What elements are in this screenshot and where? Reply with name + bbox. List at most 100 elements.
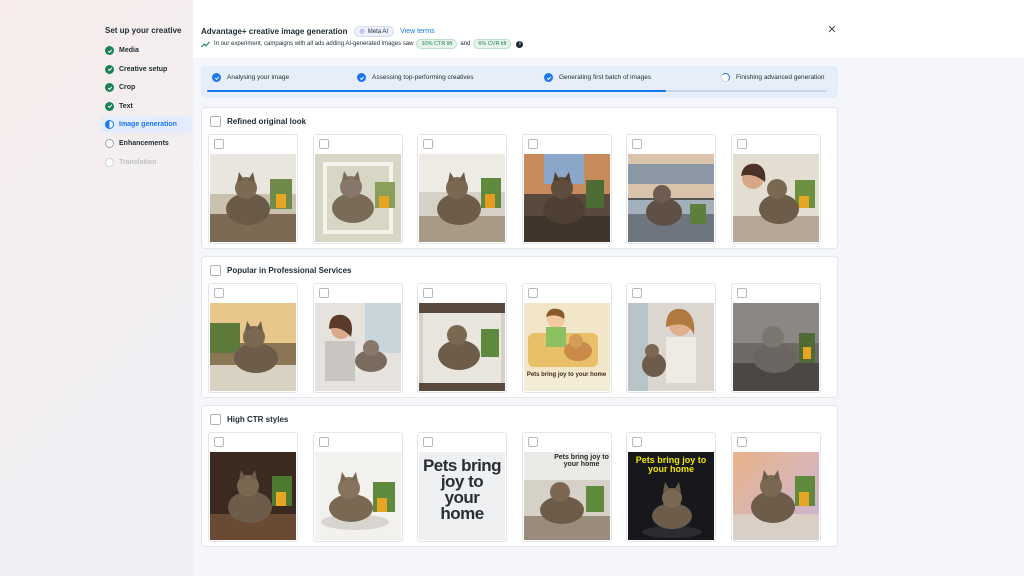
overlay-caption: Pets bring joy to your home xyxy=(554,454,609,468)
image-option[interactable] xyxy=(730,283,821,393)
image-option[interactable] xyxy=(312,134,403,244)
overlay-headline: Pets bring joy to your home xyxy=(422,456,502,524)
step-creative-setup[interactable]: Creative setup xyxy=(100,61,192,78)
step-image-generation[interactable]: Image generation xyxy=(100,116,192,134)
section-header: Popular in Professional Services xyxy=(210,265,352,276)
trend-up-icon xyxy=(201,40,210,47)
progress-step-analysing: Analysing your image xyxy=(212,73,289,82)
image-option[interactable] xyxy=(626,283,716,393)
image-option[interactable] xyxy=(312,432,403,542)
info-icon[interactable]: i xyxy=(516,40,524,48)
half-circle-icon xyxy=(105,120,114,130)
image-checkbox[interactable] xyxy=(736,437,747,447)
image-checkbox[interactable] xyxy=(214,139,224,149)
progress-label: Finishing advanced generation xyxy=(736,74,825,81)
image-checkbox[interactable] xyxy=(736,288,747,298)
ctr-lift-pill: 10% CTR lift xyxy=(416,39,458,49)
cvr-lift-pill: 6% CVR lift xyxy=(473,39,512,49)
image-option[interactable] xyxy=(208,134,298,244)
image-checkbox[interactable] xyxy=(423,437,433,447)
check-circle-icon xyxy=(105,64,114,74)
cat-image xyxy=(210,154,296,242)
image-checkbox[interactable] xyxy=(423,139,433,149)
select-all-checkbox[interactable] xyxy=(210,414,221,425)
progress-track xyxy=(207,90,827,92)
and-text: and xyxy=(460,41,471,47)
check-circle-icon xyxy=(544,73,553,82)
loading-spinner-icon xyxy=(721,73,730,82)
image-option[interactable] xyxy=(521,134,612,244)
step-crop[interactable]: Crop xyxy=(100,79,192,96)
step-label: Creative setup xyxy=(119,65,168,73)
step-label: Crop xyxy=(119,84,136,92)
select-all-checkbox[interactable] xyxy=(210,116,221,127)
overlay-caption: Pets bring joy to your home xyxy=(526,372,607,378)
cat-image xyxy=(314,154,401,242)
image-checkbox[interactable] xyxy=(632,139,642,149)
image-option[interactable] xyxy=(208,432,298,542)
overlay-headline: Pets bring joy to your home xyxy=(635,455,707,474)
image-option[interactable]: Pets bring joy to your home xyxy=(626,432,716,542)
close-icon[interactable]: ✕ xyxy=(825,22,839,36)
cat-image xyxy=(210,452,296,540)
cat-image xyxy=(628,154,714,242)
step-enhancements[interactable]: Enhancements xyxy=(100,135,192,152)
image-option[interactable] xyxy=(730,432,821,542)
image-option[interactable] xyxy=(417,134,507,244)
image-checkbox[interactable] xyxy=(527,437,538,447)
image-checkbox[interactable] xyxy=(527,139,538,149)
header: Advantage+ creative image generation ◎ M… xyxy=(193,0,1024,58)
image-checkbox[interactable] xyxy=(214,288,224,298)
step-media[interactable]: Media xyxy=(100,42,192,59)
select-all-checkbox[interactable] xyxy=(210,265,221,276)
progress-fill xyxy=(207,90,666,92)
image-option[interactable] xyxy=(730,134,821,244)
image-grid: Pets bring joy to your home xyxy=(208,283,835,393)
cat-image xyxy=(419,154,505,242)
image-option[interactable]: Pets bring joy to your home xyxy=(521,432,612,542)
cat-image xyxy=(628,303,714,391)
image-checkbox[interactable] xyxy=(736,139,747,149)
image-option[interactable] xyxy=(626,134,716,244)
image-checkbox[interactable] xyxy=(318,437,329,447)
image-checkbox[interactable] xyxy=(632,288,642,298)
badge-label: Meta AI xyxy=(367,28,389,35)
image-checkbox[interactable] xyxy=(214,437,224,447)
progress-step-generating: Generating first batch of images xyxy=(544,73,651,82)
section-header: Refined original look xyxy=(210,116,306,127)
image-option[interactable] xyxy=(417,283,507,393)
image-option[interactable] xyxy=(312,283,403,393)
section-title: Refined original look xyxy=(227,117,307,126)
check-circle-icon xyxy=(357,73,366,82)
cat-image xyxy=(732,303,819,391)
image-checkbox[interactable] xyxy=(527,288,538,298)
title-text: Advantage+ creative image generation xyxy=(201,27,348,36)
cat-image: Pets bring joy to your home xyxy=(628,452,714,540)
step-list: Media Creative setup Crop Text Image gen… xyxy=(100,42,192,172)
section-refined-original: Refined original look xyxy=(201,107,838,249)
check-circle-icon xyxy=(105,46,114,55)
empty-circle-icon xyxy=(105,157,114,167)
cat-image xyxy=(210,303,296,391)
step-label: Enhancements xyxy=(119,139,169,147)
image-option[interactable]: Pets bring joy to your home xyxy=(521,283,612,393)
image-grid xyxy=(208,134,835,244)
step-label: Translation xyxy=(119,158,157,166)
cat-image: Pets bring joy to your home xyxy=(523,452,610,540)
progress-label: Generating first batch of images xyxy=(559,74,652,81)
meta-ai-badge: ◎ Meta AI xyxy=(353,26,395,37)
image-checkbox[interactable] xyxy=(632,437,642,447)
image-option[interactable]: Pets bring joy to your home xyxy=(417,432,507,542)
view-terms-link[interactable]: View terms xyxy=(400,28,435,35)
image-checkbox[interactable] xyxy=(423,288,433,298)
main-panel: Advantage+ creative image generation ◎ M… xyxy=(193,0,1024,576)
sidebar: Set up your creative Media Creative setu… xyxy=(0,0,193,576)
image-grid: Pets bring joy to your home Pets bring j… xyxy=(208,432,835,542)
cat-image xyxy=(732,452,819,540)
image-option[interactable] xyxy=(208,283,298,393)
section-title: High CTR styles xyxy=(227,415,289,424)
image-checkbox[interactable] xyxy=(318,288,329,298)
image-checkbox[interactable] xyxy=(318,139,329,149)
text-image: Pets bring joy to your home xyxy=(419,452,505,540)
step-text[interactable]: Text xyxy=(100,98,192,115)
